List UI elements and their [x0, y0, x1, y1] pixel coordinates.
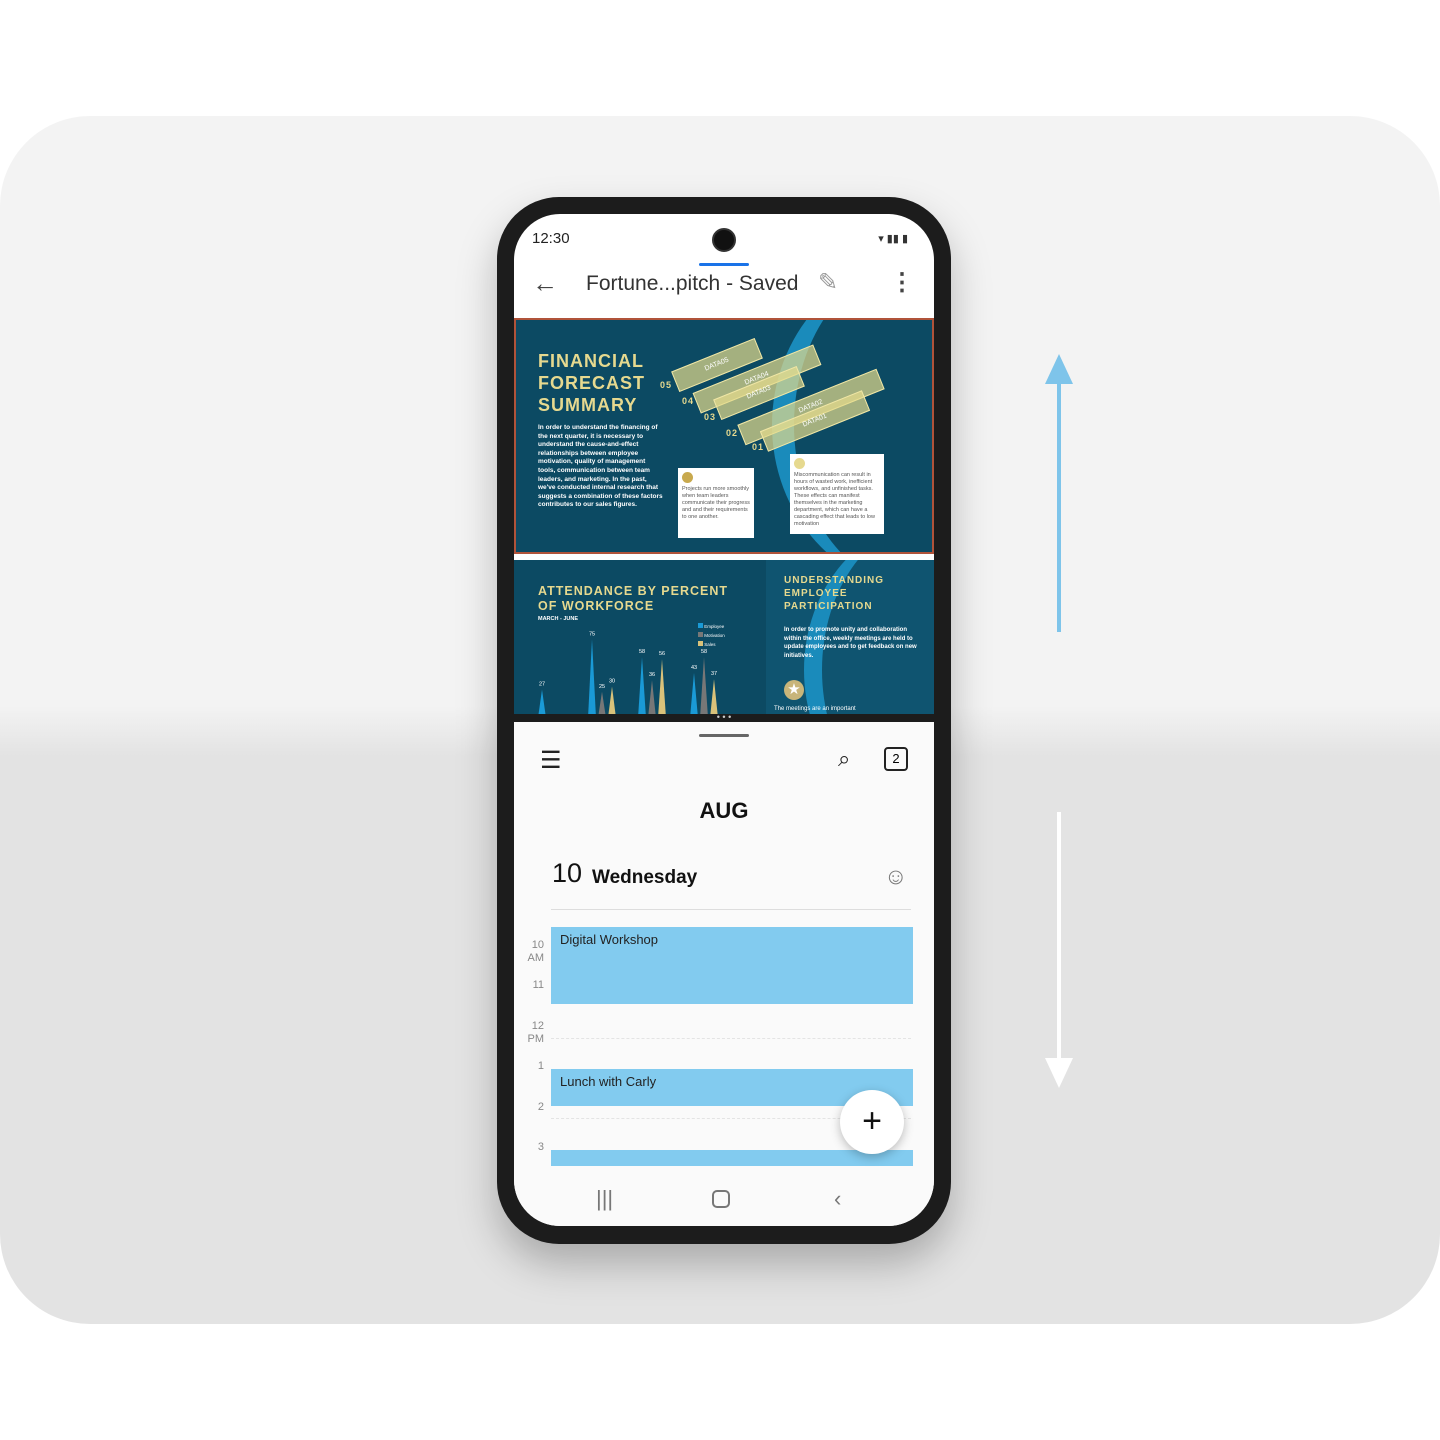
- slide-right-footer: The meetings are an important: [774, 706, 856, 712]
- chart-spike: [588, 639, 596, 718]
- edit-pencil-icon[interactable]: ✎: [818, 268, 838, 297]
- data-label: 43: [691, 665, 697, 671]
- chart-spike: [658, 659, 666, 718]
- today-badge[interactable]: 2: [884, 747, 908, 771]
- bar-number: 02: [726, 428, 739, 438]
- status-icons: ▾ ▮▮ ▮: [878, 233, 908, 245]
- chart-subtitle: MARCH - JUNE: [538, 616, 579, 622]
- bar-number: 03: [704, 412, 717, 422]
- add-event-button[interactable]: +: [840, 1090, 904, 1154]
- camera: [712, 228, 736, 252]
- month-label: AUG: [699, 798, 749, 823]
- data-label: 58: [701, 649, 707, 655]
- bar-number: 05: [660, 380, 673, 390]
- hour-label: 10 AM: [527, 939, 545, 964]
- phone-screen: 12:30 ▾ ▮▮ ▮ ← Fortune...pitch - Saved ✎…: [514, 214, 934, 1226]
- home-button[interactable]: [712, 1190, 730, 1208]
- data-label: 36: [649, 672, 655, 678]
- data-label: 58: [639, 649, 645, 655]
- document-title: Fortune...pitch - Saved: [586, 272, 799, 295]
- slide-title-line: SUMMARY: [538, 395, 638, 415]
- chart-spike: [700, 657, 708, 718]
- star-icon: ★: [784, 680, 804, 700]
- emoji-sticker-icon[interactable]: ☺: [884, 863, 907, 890]
- data-label: 75: [589, 631, 595, 637]
- hour-label: 12 PM: [527, 1020, 545, 1045]
- attendance-chart: 27 75 25 30 58 36 56 43 58 37: [538, 631, 718, 718]
- menu-icon[interactable]: ☰: [540, 746, 562, 775]
- hour-label: 3: [537, 1141, 544, 1153]
- arrow-down-icon: [1045, 812, 1073, 1088]
- slide-1[interactable]: FINANCIAL FORECAST SUMMARY In order to u…: [514, 318, 934, 554]
- data-label: 56: [659, 651, 665, 657]
- callout-box: Projects run more smoothly when team lea…: [678, 468, 754, 538]
- chart-spike: [690, 672, 698, 718]
- bar-number: 01: [752, 442, 765, 452]
- day-name: Wednesday: [592, 867, 698, 888]
- swipe-arrows: [1045, 354, 1073, 1088]
- data-label: 37: [711, 671, 717, 677]
- tab-indicator: [699, 263, 749, 266]
- data-label: 25: [599, 684, 605, 690]
- status-time: 12:30: [532, 230, 570, 247]
- event[interactable]: [551, 1150, 913, 1166]
- data-label: 27: [539, 682, 545, 688]
- slide-2[interactable]: ATTENDANCE BY PERCENT OF WORKFORCE MARCH…: [514, 560, 934, 718]
- calendar-app: ☰ ⌕ 2 AUG 10 Wednesday ☺ 10 AM 11 12 PM 1 …: [514, 722, 934, 1226]
- bar-number: 04: [682, 396, 695, 406]
- hour-label: 11: [532, 979, 544, 991]
- back-arrow-icon[interactable]: ←: [532, 268, 558, 299]
- back-button[interactable]: ‹: [834, 1186, 841, 1212]
- search-icon[interactable]: ⌕: [838, 746, 850, 772]
- data-label: 30: [609, 679, 615, 685]
- slide-title-line: FINANCIAL: [538, 351, 644, 371]
- chart-title: ATTENDANCE BY PERCENT OF WORKFORCE: [538, 584, 728, 613]
- slide-right-body: In order to promote unity and collaborat…: [784, 627, 917, 659]
- arrow-up-icon: [1045, 354, 1073, 632]
- slide-title-line: FORECAST: [538, 373, 645, 393]
- event-digital-workshop[interactable]: Digital Workshop: [551, 927, 913, 1004]
- drag-handle[interactable]: [699, 734, 749, 737]
- hinge: • • •: [514, 713, 934, 722]
- chart-spike: [648, 680, 656, 718]
- recent-apps-button[interactable]: |||: [596, 1186, 613, 1212]
- hour-label: 2: [537, 1101, 544, 1113]
- chart-spike: [638, 657, 646, 718]
- slide-body: In order to understand the financing of …: [538, 424, 663, 509]
- more-options-icon[interactable]: ⋮: [890, 268, 914, 297]
- callout-box: Miscommunication can result in hours of …: [790, 454, 884, 534]
- hour-label: 1: [537, 1060, 544, 1072]
- day-number: 10: [552, 858, 583, 888]
- slide-right-title: UNDERSTANDING EMPLOYEE PARTICIPATION: [784, 575, 885, 612]
